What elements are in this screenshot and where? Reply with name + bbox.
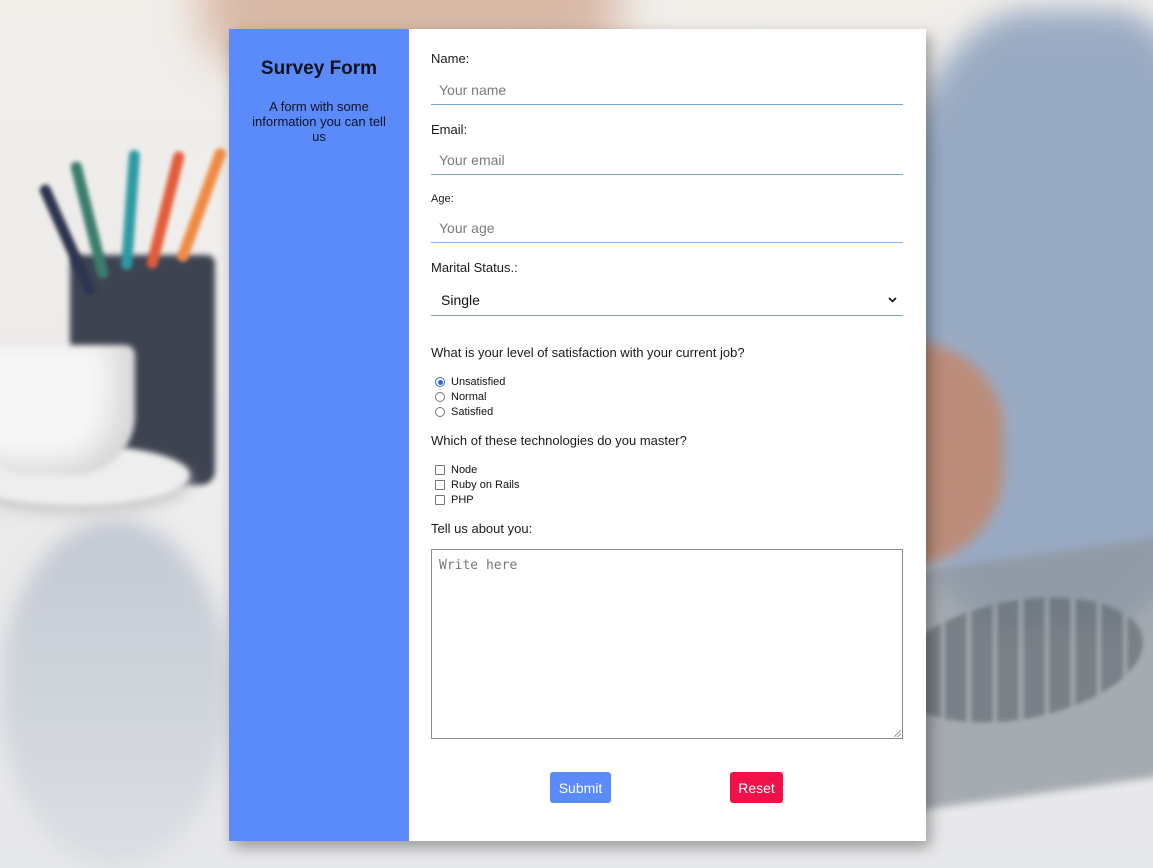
radio-label: Satisfied	[451, 406, 494, 418]
radio-label: Unsatisfied	[451, 376, 506, 388]
technologies-question: Which of these technologies do you maste…	[431, 433, 687, 448]
checkbox-label: Node	[451, 464, 478, 476]
chevron-down-icon	[887, 295, 897, 305]
radio-button[interactable]	[435, 392, 445, 402]
radio-label: Normal	[451, 391, 487, 403]
reset-button[interactable]: Reset	[730, 772, 783, 803]
survey-card: Survey Form A form with some information…	[229, 29, 926, 841]
page-title: Survey Form	[260, 58, 378, 79]
marital-status-value: Single	[441, 291, 480, 308]
checkbox-option-ruby-on-rails[interactable]: Ruby on Rails	[435, 478, 519, 492]
checkbox[interactable]	[435, 465, 445, 475]
age-input[interactable]	[431, 213, 903, 243]
about-textarea[interactable]: Write here	[431, 549, 903, 739]
about-label: Tell us about you:	[431, 521, 533, 536]
checkbox[interactable]	[435, 480, 445, 490]
sidebar: Survey Form A form with some information…	[229, 29, 409, 841]
checkbox-option-node[interactable]: Node	[435, 463, 477, 477]
radio-option-unsatisfied[interactable]: Unsatisfied	[435, 375, 505, 389]
checkbox-option-php[interactable]: PHP	[435, 493, 474, 507]
checkbox-label: Ruby on Rails	[451, 479, 520, 491]
name-label: Name:	[431, 51, 470, 66]
satisfaction-question: What is your level of satisfaction with …	[431, 345, 745, 360]
checkbox-label: PHP	[451, 494, 474, 506]
marital-status-select[interactable]: Single	[431, 284, 903, 316]
radio-option-normal[interactable]: Normal	[435, 390, 486, 404]
resize-handle-icon[interactable]	[894, 730, 901, 737]
radio-button[interactable]	[435, 407, 445, 417]
submit-button[interactable]: Submit	[550, 772, 611, 803]
about-placeholder: Write here	[439, 558, 518, 573]
checkbox[interactable]	[435, 495, 445, 505]
marital-status-label: Marital Status.:	[431, 260, 518, 275]
page-description: A form with some information you can tel…	[252, 99, 386, 144]
survey-form: Name: Email: Age: Marital Status.: Singl…	[409, 29, 926, 841]
age-label: Age:	[431, 193, 454, 205]
email-input[interactable]	[431, 145, 903, 175]
name-input[interactable]	[431, 75, 903, 105]
radio-button[interactable]	[435, 377, 445, 387]
radio-option-satisfied[interactable]: Satisfied	[435, 405, 493, 419]
email-label: Email:	[431, 122, 468, 137]
